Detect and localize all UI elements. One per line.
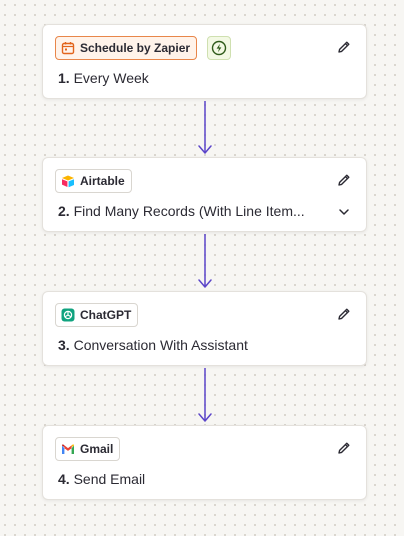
step-card-airtable[interactable]: Airtable 2. Find Many Records (With Line… <box>42 157 367 232</box>
step-name: Send Email <box>73 471 146 487</box>
arrow-down-icon <box>198 368 212 422</box>
step-card-gmail[interactable]: Gmail 4. Send Email <box>42 425 367 500</box>
chatgpt-icon <box>61 308 75 322</box>
step-name: Conversation With Assistant <box>73 337 248 353</box>
step-number: 4. <box>58 471 70 487</box>
step-title: 3. Conversation With Assistant <box>58 337 326 353</box>
app-label: Schedule by Zapier <box>80 41 191 55</box>
step-number: 2. <box>58 203 70 219</box>
app-label: Gmail <box>80 442 114 456</box>
app-chip-gmail[interactable]: Gmail <box>55 437 121 461</box>
arrow-down-icon <box>198 234 212 288</box>
app-chip-schedule[interactable]: Schedule by Zapier <box>55 36 198 60</box>
pencil-icon <box>338 442 350 454</box>
step-name: Every Week <box>73 70 149 86</box>
app-label: ChatGPT <box>80 308 132 322</box>
step-card-chatgpt[interactable]: ChatGPT 3. Conversation With Assistant <box>42 291 367 366</box>
app-chip-chatgpt[interactable]: ChatGPT <box>55 303 139 327</box>
pencil-icon <box>338 41 350 53</box>
arrow-down-icon <box>198 101 212 154</box>
step-title: 4. Send Email <box>58 471 326 487</box>
edit-step-button[interactable] <box>334 438 354 458</box>
airtable-icon <box>62 175 74 188</box>
step-title: 2. Find Many Records (With Line Item... <box>58 203 326 219</box>
edit-step-button[interactable] <box>334 170 354 190</box>
pencil-icon <box>338 174 350 186</box>
step-number: 1. <box>58 70 70 86</box>
gmail-icon <box>62 444 74 454</box>
step-title: 1. Every Week <box>58 70 326 86</box>
trigger-status-badge[interactable] <box>207 36 231 60</box>
calendar-icon <box>61 42 75 55</box>
step-card-schedule[interactable]: Schedule by Zapier 1. Every Week <box>42 24 367 99</box>
step-number: 3. <box>58 337 70 353</box>
edit-step-button[interactable] <box>334 304 354 324</box>
app-label: Airtable <box>80 174 125 188</box>
chevron-down-icon <box>339 209 349 215</box>
app-chip-airtable[interactable]: Airtable <box>55 169 132 193</box>
bolt-icon <box>211 40 227 56</box>
expand-step-button[interactable] <box>334 202 354 222</box>
step-name: Find Many Records (With Line Item... <box>73 203 305 219</box>
edit-step-button[interactable] <box>334 37 354 57</box>
pencil-icon <box>338 308 350 320</box>
